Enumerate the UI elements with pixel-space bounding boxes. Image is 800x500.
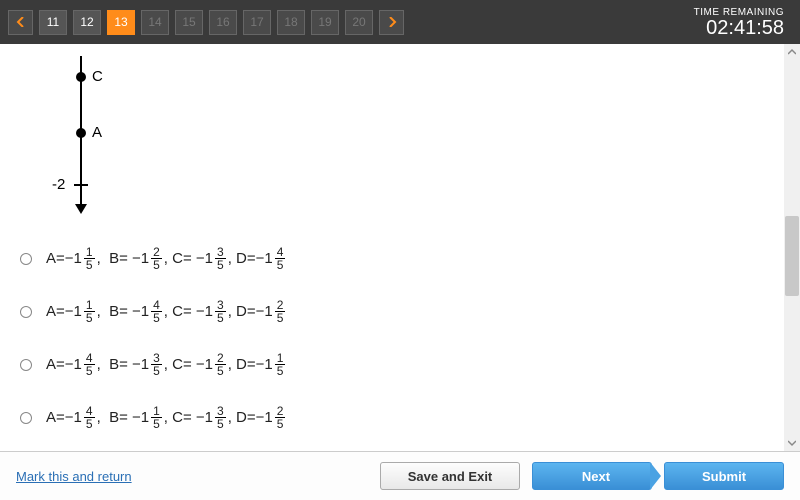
- scroll-up-icon[interactable]: [784, 44, 800, 60]
- question-nav-15[interactable]: 15: [175, 10, 203, 35]
- question-nav-13[interactable]: 13: [107, 10, 135, 35]
- scroll-down-icon[interactable]: [784, 435, 800, 451]
- mixed-whole: 1: [74, 303, 82, 320]
- timer-value: 02:41:58: [694, 18, 784, 38]
- tick-mark: [74, 184, 88, 186]
- option-row[interactable]: A=−115, B= −145, C= −135, D=−125: [20, 299, 780, 324]
- mixed-whole: 1: [264, 356, 272, 373]
- point-c: [76, 72, 86, 82]
- equation-prefix: , B= −: [97, 303, 141, 320]
- scrollbar[interactable]: [784, 44, 800, 451]
- equation-prefix: , B= −: [97, 250, 141, 267]
- point-a: [76, 128, 86, 138]
- equation-prefix: , D=−: [228, 250, 265, 267]
- mixed-whole: 1: [205, 356, 213, 373]
- question-nav-14[interactable]: 14: [141, 10, 169, 35]
- option-row[interactable]: A=−115, B= −125, C= −135, D=−145: [20, 246, 780, 271]
- fraction-denominator: 5: [215, 312, 226, 324]
- mixed-whole: 1: [141, 250, 149, 267]
- option-equation: A=−145, B= −135, C= −125, D=−115: [46, 352, 285, 377]
- scroll-thumb[interactable]: [785, 216, 799, 296]
- point-c-label: C: [92, 68, 103, 85]
- fraction-denominator: 5: [84, 418, 95, 430]
- mark-return-link[interactable]: Mark this and return: [16, 469, 132, 484]
- fraction-denominator: 5: [215, 259, 226, 271]
- question-nav-16[interactable]: 16: [209, 10, 237, 35]
- mixed-whole: 1: [205, 250, 213, 267]
- equation-prefix: A=−: [46, 409, 74, 426]
- timer-label: TIME REMAINING: [694, 7, 784, 18]
- equation-prefix: , C= −: [164, 250, 205, 267]
- question-nav-11[interactable]: 11: [39, 10, 67, 35]
- fraction-denominator: 5: [215, 418, 226, 430]
- tick-label: -2: [52, 176, 65, 193]
- fraction-denominator: 5: [84, 312, 95, 324]
- fraction-denominator: 5: [275, 418, 286, 430]
- content-area: C A -2 A=−115, B= −125, C= −135, D=−145A…: [0, 44, 800, 452]
- equation-prefix: , C= −: [164, 303, 205, 320]
- mixed-whole: 1: [74, 250, 82, 267]
- mixed-whole: 1: [264, 303, 272, 320]
- point-a-label: A: [92, 124, 102, 141]
- mixed-whole: 1: [205, 303, 213, 320]
- question-nav-19[interactable]: 19: [311, 10, 339, 35]
- submit-button[interactable]: Submit: [664, 462, 784, 490]
- answer-options: A=−115, B= −125, C= −135, D=−145A=−115, …: [20, 246, 780, 430]
- question-nav-17[interactable]: 17: [243, 10, 271, 35]
- next-button[interactable]: Next: [532, 462, 652, 490]
- fraction-denominator: 5: [151, 365, 162, 377]
- fraction-denominator: 5: [151, 312, 162, 324]
- equation-prefix: , B= −: [97, 356, 141, 373]
- arrow-down-icon: [75, 204, 87, 214]
- mixed-whole: 1: [141, 303, 149, 320]
- number-line-diagram: C A -2: [20, 56, 780, 226]
- radio-button[interactable]: [20, 253, 32, 265]
- prev-arrow-button[interactable]: [8, 10, 33, 35]
- question-nav-18[interactable]: 18: [277, 10, 305, 35]
- fraction-denominator: 5: [151, 259, 162, 271]
- mixed-whole: 1: [141, 409, 149, 426]
- fraction-denominator: 5: [215, 365, 226, 377]
- mixed-whole: 1: [264, 250, 272, 267]
- equation-prefix: , D=−: [228, 409, 265, 426]
- mixed-whole: 1: [74, 356, 82, 373]
- mixed-whole: 1: [264, 409, 272, 426]
- option-equation: A=−115, B= −145, C= −135, D=−125: [46, 299, 285, 324]
- chevron-left-icon: [16, 17, 26, 27]
- equation-prefix: , D=−: [228, 356, 265, 373]
- footer-bar: Mark this and return Save and Exit Next …: [0, 452, 800, 500]
- question-nav-20[interactable]: 20: [345, 10, 373, 35]
- radio-button[interactable]: [20, 412, 32, 424]
- equation-prefix: A=−: [46, 250, 74, 267]
- equation-prefix: A=−: [46, 303, 74, 320]
- fraction-denominator: 5: [84, 259, 95, 271]
- mixed-whole: 1: [141, 356, 149, 373]
- fraction-denominator: 5: [275, 312, 286, 324]
- fraction-denominator: 5: [84, 365, 95, 377]
- next-arrow-button[interactable]: [379, 10, 404, 35]
- option-row[interactable]: A=−145, B= −115, C= −135, D=−125: [20, 405, 780, 430]
- option-row[interactable]: A=−145, B= −135, C= −125, D=−115: [20, 352, 780, 377]
- save-exit-button[interactable]: Save and Exit: [380, 462, 520, 490]
- fraction-denominator: 5: [151, 418, 162, 430]
- equation-prefix: , B= −: [97, 409, 141, 426]
- mixed-whole: 1: [74, 409, 82, 426]
- equation-prefix: , C= −: [164, 409, 205, 426]
- fraction-denominator: 5: [275, 259, 286, 271]
- fraction-denominator: 5: [275, 365, 286, 377]
- equation-prefix: , C= −: [164, 356, 205, 373]
- radio-button[interactable]: [20, 359, 32, 371]
- mixed-whole: 1: [205, 409, 213, 426]
- chevron-right-icon: [387, 17, 397, 27]
- equation-prefix: A=−: [46, 356, 74, 373]
- question-nav-12[interactable]: 12: [73, 10, 101, 35]
- option-equation: A=−145, B= −115, C= −135, D=−125: [46, 405, 285, 430]
- timer: TIME REMAINING 02:41:58: [694, 7, 792, 38]
- radio-button[interactable]: [20, 306, 32, 318]
- option-equation: A=−115, B= −125, C= −135, D=−145: [46, 246, 285, 271]
- header-bar: 11121314151617181920 TIME REMAINING 02:4…: [0, 0, 800, 44]
- equation-prefix: , D=−: [228, 303, 265, 320]
